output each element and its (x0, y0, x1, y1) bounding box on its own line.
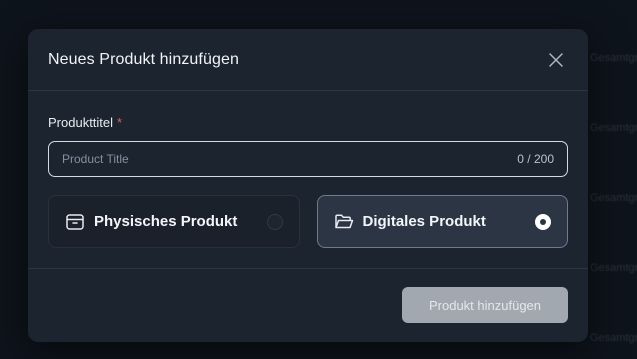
modal-body: Produkttitel * 0 / 200 Physisches Produk… (28, 91, 588, 269)
background-text: Gesamtgr (590, 52, 637, 64)
background-text: Gesamtgr (590, 122, 637, 134)
close-button[interactable] (544, 48, 568, 72)
add-product-button[interactable]: Produkt hinzufügen (402, 287, 568, 323)
add-product-modal: Neues Produkt hinzufügen Produkttitel * … (28, 29, 588, 342)
product-title-label: Produkttitel * (48, 115, 568, 130)
character-counter: 0 / 200 (517, 152, 554, 166)
option-label: Physisches Produkt (94, 213, 238, 230)
folder-open-icon (334, 214, 353, 228)
radio-physical[interactable] (266, 213, 283, 230)
modal-footer: Produkt hinzufügen (28, 269, 588, 341)
option-label: Digitales Produkt (362, 213, 486, 230)
background-text: Gesamtgr (590, 192, 637, 204)
option-physical-product[interactable]: Physisches Produkt (48, 195, 300, 248)
background-text: Gesamtgr (590, 332, 637, 344)
option-digital-product[interactable]: Digitales Produkt (316, 195, 568, 248)
product-type-options: Physisches Produkt Digitales Produkt (48, 195, 568, 248)
background-text: Gesamtgr (590, 262, 637, 274)
product-title-field[interactable]: 0 / 200 (48, 141, 568, 177)
radio-digital[interactable] (535, 213, 551, 230)
close-icon (549, 52, 563, 67)
required-mark: * (117, 115, 123, 130)
product-title-input[interactable] (62, 152, 462, 166)
field-label-text: Produkttitel (48, 115, 114, 130)
modal-header: Neues Produkt hinzufügen (28, 29, 588, 91)
archive-box-icon (66, 213, 84, 230)
modal-title: Neues Produkt hinzufügen (48, 50, 239, 68)
